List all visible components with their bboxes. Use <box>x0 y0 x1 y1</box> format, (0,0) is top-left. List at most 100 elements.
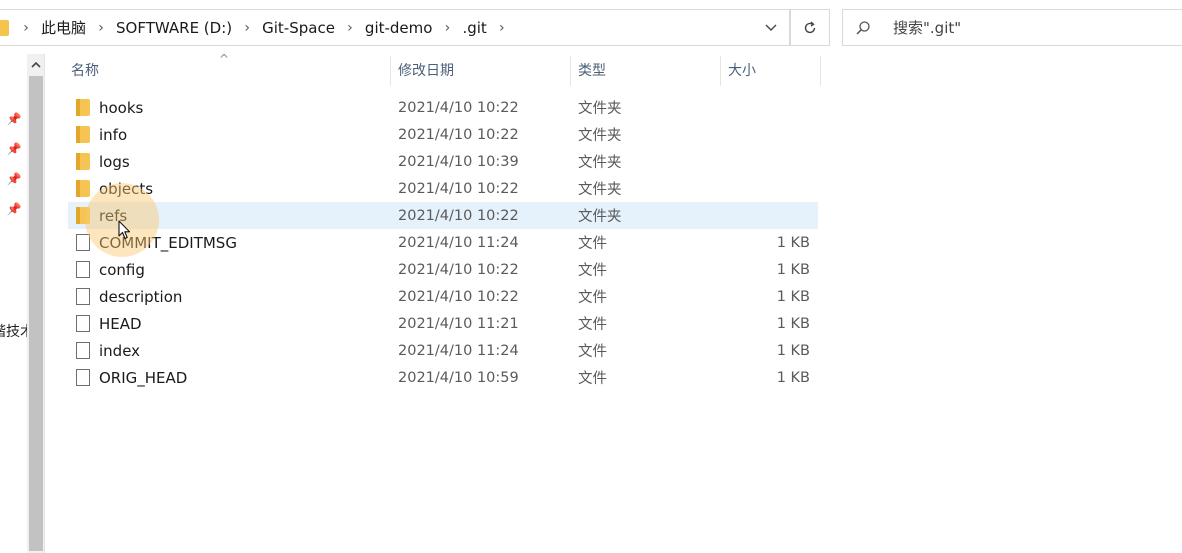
breadcrumb-git-space[interactable]: Git-Space <box>258 19 339 37</box>
item-type: 文件 <box>578 371 607 387</box>
refresh-button[interactable] <box>790 9 830 46</box>
chevron-right-icon[interactable]: › <box>436 20 458 36</box>
chevron-right-icon[interactable]: › <box>339 20 361 36</box>
list-item[interactable]: index 2021/4/10 11:24 文件 1 KB <box>68 337 818 364</box>
pin-icon: 📌 <box>6 202 22 216</box>
chevron-down-icon <box>765 24 777 31</box>
item-modified: 2021/4/10 10:39 <box>398 153 519 170</box>
item-modified: 2021/4/10 10:22 <box>398 261 519 278</box>
item-modified: 2021/4/10 11:24 <box>398 234 519 251</box>
item-size: 1 KB <box>776 315 810 332</box>
item-name: HEAD <box>99 314 142 333</box>
item-name: hooks <box>99 98 144 117</box>
folder-icon <box>76 180 90 197</box>
item-size: 1 KB <box>776 288 810 305</box>
address-history-dropdown[interactable] <box>755 10 787 45</box>
search-icon <box>843 20 883 36</box>
item-type: 文件 <box>578 344 607 360</box>
item-modified: 2021/4/10 10:59 <box>398 369 519 386</box>
list-item[interactable]: HEAD 2021/4/10 11:21 文件 1 KB <box>68 310 818 337</box>
folder-icon <box>76 126 90 143</box>
address-bar[interactable]: › 此电脑 › SOFTWARE (D:) › Git-Space › git-… <box>0 9 790 46</box>
breadcrumb-git-demo[interactable]: git-demo <box>361 19 437 37</box>
chevron-up-icon <box>31 62 41 68</box>
nav-scrollbar[interactable] <box>27 54 45 553</box>
file-icon <box>76 342 90 359</box>
column-header-type[interactable]: 类型 <box>570 54 720 86</box>
item-modified: 2021/4/10 10:22 <box>398 207 519 224</box>
file-icon <box>76 315 90 332</box>
item-name: description <box>99 287 183 306</box>
item-type: 文件 <box>578 290 607 306</box>
folder-icon <box>0 19 9 36</box>
item-type: 文件 <box>578 263 607 279</box>
column-header-type-label: 类型 <box>578 63 606 79</box>
item-type: 文件夹 <box>578 209 622 225</box>
list-item[interactable]: info 2021/4/10 10:22 文件夹 <box>68 121 818 148</box>
item-type: 文件夹 <box>578 182 622 198</box>
list-item[interactable]: hooks 2021/4/10 10:22 文件夹 <box>68 94 818 121</box>
item-modified: 2021/4/10 10:22 <box>398 99 519 116</box>
breadcrumb-git[interactable]: .git <box>458 19 490 37</box>
pin-icon: 📌 <box>6 172 22 186</box>
item-size: 1 KB <box>776 261 810 278</box>
chevron-right-icon[interactable]: › <box>491 20 513 36</box>
item-type: 文件夹 <box>578 128 622 144</box>
folder-icon <box>76 153 90 170</box>
item-type: 文件 <box>578 317 607 333</box>
item-modified: 2021/4/10 11:21 <box>398 315 519 332</box>
item-modified: 2021/4/10 10:22 <box>398 180 519 197</box>
folder-icon <box>76 99 90 116</box>
column-header-name-label: 名称 <box>71 63 99 79</box>
item-name: ORIG_HEAD <box>99 368 188 387</box>
list-item[interactable]: logs 2021/4/10 10:39 文件夹 <box>68 148 818 175</box>
file-icon <box>76 261 90 278</box>
chevron-right-icon[interactable]: › <box>236 20 258 36</box>
list-item[interactable]: COMMIT_EDITMSG 2021/4/10 11:24 文件 1 KB <box>68 229 818 256</box>
file-icon <box>76 234 90 251</box>
breadcrumb-software-drive[interactable]: SOFTWARE (D:) <box>112 19 236 37</box>
column-headers: ^ 名称 修改日期 类型 大小 <box>63 52 823 86</box>
item-type: 文件夹 <box>578 155 622 171</box>
item-modified: 2021/4/10 11:24 <box>398 342 519 359</box>
item-name: info <box>99 125 128 144</box>
list-item-selected[interactable]: refs 2021/4/10 10:22 文件夹 <box>68 202 818 229</box>
list-item[interactable]: ORIG_HEAD 2021/4/10 10:59 文件 1 KB <box>68 364 818 391</box>
navigation-pane: 📌 📌 📌 📌 谐技术 <box>0 54 34 553</box>
item-name: config <box>99 260 145 279</box>
item-size: 1 KB <box>776 234 810 251</box>
mouse-cursor-icon <box>118 220 131 240</box>
scroll-up-button[interactable] <box>27 54 45 76</box>
item-modified: 2021/4/10 10:22 <box>398 126 519 143</box>
file-icon <box>76 288 90 305</box>
item-type: 文件夹 <box>578 101 622 117</box>
column-header-modified[interactable]: 修改日期 <box>390 54 570 86</box>
item-size: 1 KB <box>776 369 810 386</box>
file-list: hooks 2021/4/10 10:22 文件夹 info 2021/4/10… <box>68 94 818 391</box>
pin-icon: 📌 <box>6 112 22 126</box>
scroll-thumb[interactable] <box>29 76 43 551</box>
column-header-name[interactable]: 名称 <box>63 54 390 86</box>
search-placeholder: 搜索".git" <box>893 19 962 37</box>
item-size: 1 KB <box>776 342 810 359</box>
address-row: › 此电脑 › SOFTWARE (D:) › Git-Space › git-… <box>0 0 1182 54</box>
breadcrumb-this-pc[interactable]: 此电脑 <box>37 17 90 38</box>
refresh-icon <box>804 20 816 33</box>
list-item[interactable]: config 2021/4/10 10:22 文件 1 KB <box>68 256 818 283</box>
list-item[interactable]: objects 2021/4/10 10:22 文件夹 <box>68 175 818 202</box>
list-item[interactable]: description 2021/4/10 10:22 文件 1 KB <box>68 283 818 310</box>
column-header-modified-label: 修改日期 <box>398 63 454 79</box>
chevron-right-icon[interactable]: › <box>90 20 112 36</box>
item-modified: 2021/4/10 10:22 <box>398 288 519 305</box>
file-icon <box>76 369 90 386</box>
column-header-size[interactable]: 大小 <box>720 54 820 86</box>
search-input[interactable]: 搜索".git" <box>842 9 1182 46</box>
item-type: 文件 <box>578 236 607 252</box>
column-divider[interactable] <box>820 56 821 86</box>
chevron-right-icon[interactable]: › <box>15 20 37 36</box>
item-name: index <box>99 341 141 360</box>
pin-icon: 📌 <box>6 142 22 156</box>
column-header-size-label: 大小 <box>728 63 756 79</box>
item-name: logs <box>99 152 130 171</box>
breadcrumb: › 此电脑 › SOFTWARE (D:) › Git-Space › git-… <box>0 10 513 45</box>
